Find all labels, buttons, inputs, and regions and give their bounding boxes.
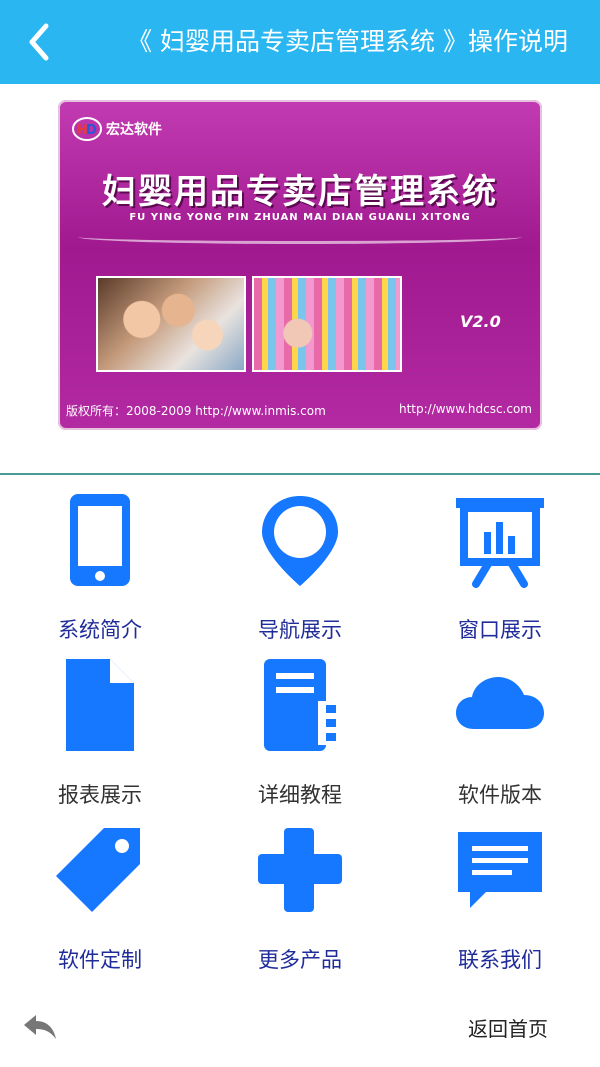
logo-text: 宏达软件 bbox=[106, 122, 162, 138]
grid-item-label: 系统简介 bbox=[58, 618, 142, 642]
banner-section: H D 宏达软件 妇婴用品专卖店管理系统 FU YING YONG PIN ZH… bbox=[0, 84, 600, 474]
banner-subtitle: FU YING YONG PIN ZHUAN MAI DIAN GUANLI X… bbox=[129, 212, 471, 223]
brand-logo: H D 宏达软件 bbox=[72, 116, 162, 142]
grid-item-label: 软件版本 bbox=[458, 783, 542, 807]
home-link[interactable]: 返回首页 bbox=[468, 1013, 548, 1042]
svg-text:D: D bbox=[86, 123, 97, 138]
copyright-text: 版权所有：2008-2009 http://www.inmis.com bbox=[66, 404, 326, 418]
reply-arrow-icon bbox=[24, 1015, 56, 1039]
footer-bar: 返回首页 bbox=[0, 995, 600, 1067]
store-photo bbox=[252, 276, 402, 372]
grid-item-label: 窗口展示 bbox=[458, 618, 542, 642]
cloud-icon bbox=[456, 677, 544, 729]
chevron-left-icon bbox=[29, 23, 49, 61]
grid-item-version[interactable]: 软件版本 bbox=[400, 641, 600, 807]
grid-item-navigation[interactable]: 导航展示 bbox=[200, 476, 400, 642]
grid-item-label: 导航展示 bbox=[258, 618, 342, 642]
product-banner: H D 宏达软件 妇婴用品专卖店管理系统 FU YING YONG PIN ZH… bbox=[58, 100, 542, 430]
hd-logo-icon: H D bbox=[72, 117, 102, 141]
presentation-chart-icon bbox=[456, 498, 544, 588]
grid-item-system-intro[interactable]: 系统简介 bbox=[0, 476, 200, 642]
banner-swoosh bbox=[78, 230, 522, 244]
grid-item-window[interactable]: 窗口展示 bbox=[400, 476, 600, 642]
footer-back-button[interactable] bbox=[22, 1011, 58, 1043]
phone-icon bbox=[70, 494, 130, 586]
family-photo bbox=[96, 276, 246, 372]
grid-item-label: 软件定制 bbox=[58, 948, 142, 972]
banner-title: 妇婴用品专卖店管理系统 bbox=[102, 172, 498, 212]
grid-item-custom[interactable]: 软件定制 bbox=[0, 806, 200, 972]
document-icon bbox=[66, 659, 134, 751]
grid-item-contact[interactable]: 联系我们 bbox=[400, 806, 600, 972]
page-title: 《 妇婴用品专卖店管理系统 》操作说明 bbox=[127, 27, 568, 56]
grid-item-tutorial[interactable]: 详细教程 bbox=[200, 641, 400, 807]
plus-icon bbox=[258, 828, 342, 912]
tag-icon bbox=[56, 828, 140, 912]
map-pin-icon bbox=[262, 496, 338, 586]
grid-item-reports[interactable]: 报表展示 bbox=[0, 641, 200, 807]
notebook-icon bbox=[264, 659, 336, 751]
grid-item-label: 报表展示 bbox=[58, 783, 142, 807]
website-text: http://www.hdcsc.com bbox=[398, 402, 532, 416]
back-button[interactable] bbox=[20, 20, 60, 64]
grid-item-label: 更多产品 bbox=[258, 948, 342, 972]
grid-item-more-products[interactable]: 更多产品 bbox=[200, 806, 400, 972]
section-divider bbox=[0, 473, 600, 475]
grid-item-label: 详细教程 bbox=[258, 783, 342, 807]
grid-item-label: 联系我们 bbox=[458, 948, 542, 972]
message-icon bbox=[458, 832, 542, 908]
version-label: V2.0 bbox=[460, 312, 501, 331]
feature-grid: 系统简介 导航展示 窗口展示 报表展示 详细教程 软件版本 软件定制 更多产品 … bbox=[0, 476, 600, 976]
header-bar: 《 妇婴用品专卖店管理系统 》操作说明 bbox=[0, 0, 600, 84]
